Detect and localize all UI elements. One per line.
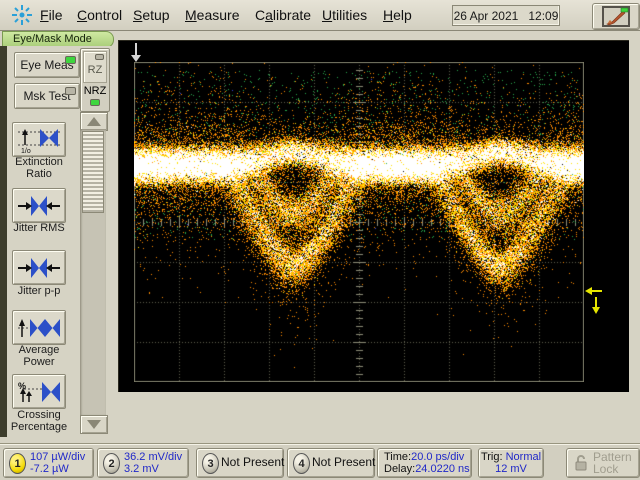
rz-label: RZ xyxy=(84,64,106,76)
trigger-level-marker[interactable] xyxy=(584,286,606,316)
channel-2-button[interactable]: 2 36.2 mV/div3.2 mV xyxy=(97,448,189,478)
msk-test-button[interactable]: Msk Test xyxy=(14,83,80,109)
touchscreen-button[interactable] xyxy=(592,3,640,30)
channel-3-button[interactable]: 3 Not Present xyxy=(196,448,284,478)
scroll-down-button[interactable] xyxy=(80,415,108,434)
menu-calibrate[interactable]: Calibrate xyxy=(255,7,311,23)
jitter-rms-label: Jitter RMS xyxy=(0,222,78,234)
menu-control[interactable]: Control xyxy=(77,7,122,23)
crossing-percentage-icon: % xyxy=(16,379,62,405)
jitter-pp-button[interactable] xyxy=(12,250,66,285)
jitter-pp-icon xyxy=(16,255,62,281)
crossing-percentage-label: CrossingPercentage xyxy=(0,409,78,433)
menu-file[interactable]: File xyxy=(40,7,63,23)
status-bar: 1 107 µW/div-7.2 µW 2 36.2 mV/div3.2 mV … xyxy=(0,443,640,480)
lock-icon xyxy=(574,455,588,471)
eye-meas-button[interactable]: Eye Meas xyxy=(14,52,80,78)
extinction-ratio-button[interactable]: 1/o xyxy=(12,122,66,157)
timebase-button[interactable]: Time:20.0 ps/div Delay:24.0220 ns xyxy=(377,448,472,478)
jitter-pp-label: Jitter p-p xyxy=(0,285,78,297)
nrz-label: NRZ xyxy=(81,85,109,97)
jitter-rms-icon xyxy=(16,193,62,219)
trigger-button[interactable]: Trig: Normal 12 mV xyxy=(478,448,544,478)
scrollbar-thumb[interactable] xyxy=(82,131,104,213)
eye-diagram-canvas xyxy=(134,62,584,382)
datetime-display: 26 Apr 2021 12:09 xyxy=(452,5,560,26)
jitter-rms-button[interactable] xyxy=(12,188,66,223)
rz-led xyxy=(95,54,104,60)
extinction-ratio-label: ExtinctionRatio xyxy=(0,156,78,180)
waveform-display xyxy=(118,40,629,392)
scrollbar-track[interactable] xyxy=(80,129,106,415)
msk-test-label: Msk Test xyxy=(23,89,70,103)
menu-bar: File Control Setup Measure Calibrate Uti… xyxy=(0,0,640,31)
channel-1-button[interactable]: 1 107 µW/div-7.2 µW xyxy=(3,448,94,478)
msk-test-led xyxy=(65,87,76,95)
channel-4-badge: 4 xyxy=(293,453,310,474)
average-power-icon xyxy=(16,315,62,341)
channel-1-badge: 1 xyxy=(9,453,26,474)
time-text: 12:09 xyxy=(528,9,558,23)
channel-3-badge: 3 xyxy=(202,453,219,474)
date-text: 26 Apr 2021 xyxy=(454,9,519,23)
average-power-label: AveragePower xyxy=(0,344,78,368)
average-power-button[interactable] xyxy=(12,310,66,345)
scope-screen: File Control Setup Measure Calibrate Uti… xyxy=(0,0,640,480)
pattern-lock-button[interactable]: PatternLock xyxy=(566,448,640,478)
up-arrow-icon xyxy=(87,117,101,126)
sidebar-edge xyxy=(0,46,7,437)
menu-help[interactable]: Help xyxy=(383,7,412,23)
touch-icon xyxy=(599,6,633,27)
menu-setup[interactable]: Setup xyxy=(133,7,170,23)
svg-text:%: % xyxy=(18,381,26,391)
down-arrow-icon xyxy=(87,420,101,429)
menu-utilities[interactable]: Utilities xyxy=(322,7,367,23)
channel-2-badge: 2 xyxy=(103,453,120,474)
channel-4-button[interactable]: 4 Not Present xyxy=(287,448,375,478)
eye-meas-led xyxy=(65,56,76,64)
extinction-ratio-icon: 1/o xyxy=(16,127,62,153)
rz-nrz-toggle[interactable]: RZ NRZ xyxy=(80,48,110,112)
sidebar: Eye Meas Msk Test RZ NRZ xyxy=(0,46,118,437)
rz-option[interactable]: RZ xyxy=(83,51,107,83)
crossing-percentage-button[interactable]: % xyxy=(12,374,66,409)
memory-bar-marker[interactable] xyxy=(128,41,144,64)
nrz-led xyxy=(90,99,100,106)
menu-measure[interactable]: Measure xyxy=(185,7,239,23)
svg-text:1/o: 1/o xyxy=(21,148,31,153)
agilent-logo xyxy=(8,4,36,26)
